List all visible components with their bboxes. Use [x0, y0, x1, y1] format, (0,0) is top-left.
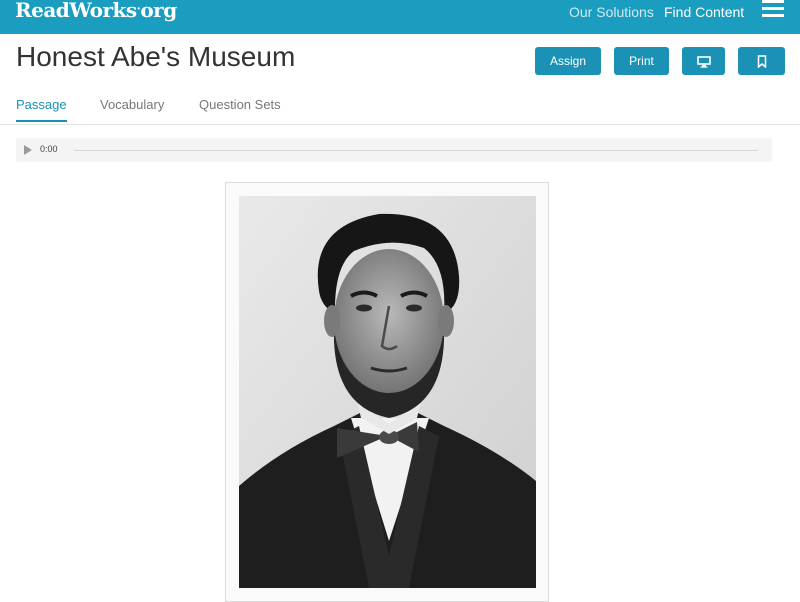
nav-find-content[interactable]: Find Content [664, 4, 744, 20]
abraham-lincoln-portrait [239, 196, 536, 588]
play-icon[interactable] [24, 145, 32, 155]
tab-question-sets[interactable]: Question Sets [199, 97, 281, 112]
nav-our-solutions[interactable]: Our Solutions [569, 4, 654, 20]
bookmark-button[interactable] [738, 47, 785, 75]
audio-progress-track[interactable] [74, 150, 758, 151]
top-navigation-bar: ReadWorks.org Our Solutions Find Content [0, 0, 800, 34]
present-button[interactable] [682, 47, 725, 75]
tab-passage[interactable]: Passage [16, 97, 67, 112]
tabs-divider [0, 124, 800, 125]
active-tab-indicator [16, 120, 67, 122]
print-button[interactable]: Print [614, 47, 669, 75]
assign-button[interactable]: Assign [535, 47, 601, 75]
tab-vocabulary[interactable]: Vocabulary [100, 97, 164, 112]
hamburger-menu-icon[interactable] [762, 0, 784, 20]
page-title: Honest Abe's Museum [16, 41, 296, 72]
bookmark-icon [757, 55, 766, 69]
monitor-icon [696, 56, 711, 68]
logo-name: ReadWorks [15, 0, 137, 22]
readworks-logo[interactable]: ReadWorks.org [15, 0, 177, 22]
audio-time: 0:00 [40, 144, 58, 154]
logo-suffix: org [140, 0, 177, 22]
audio-player: 0:00 [16, 138, 772, 162]
